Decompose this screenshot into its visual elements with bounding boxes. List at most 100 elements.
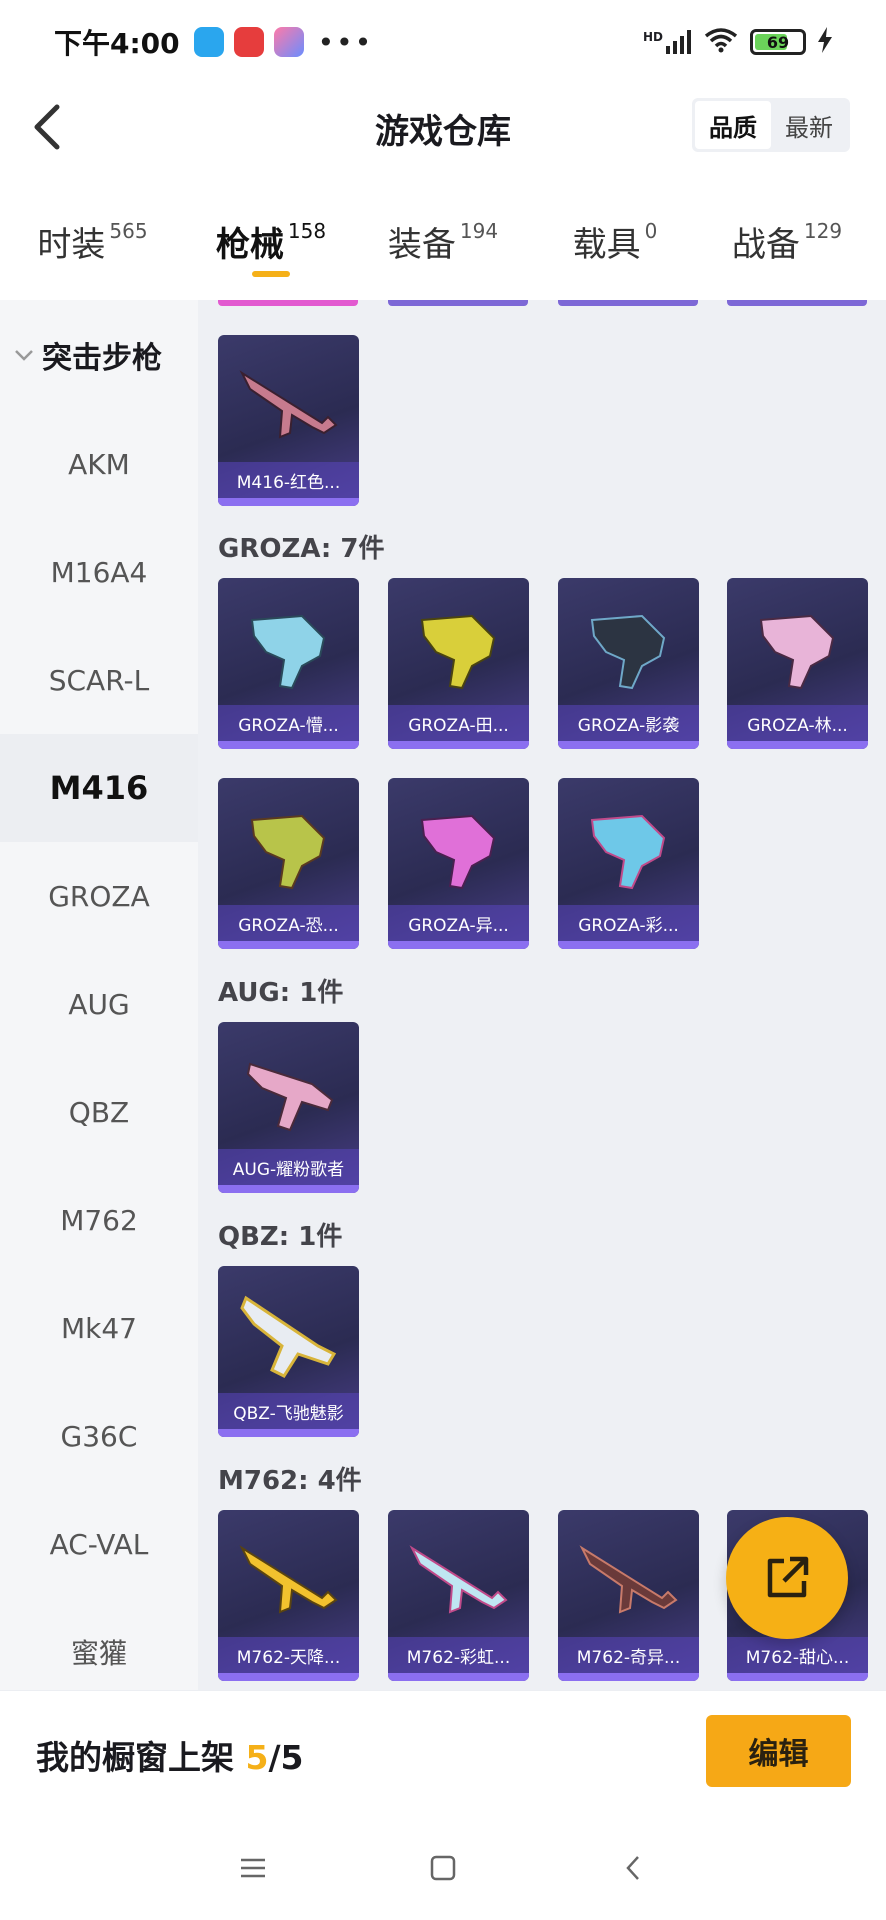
sidebar-item-scar-l[interactable]: SCAR-L <box>0 626 198 734</box>
rifle-icon <box>590 814 666 890</box>
rarity-strip <box>218 941 359 949</box>
skin-card[interactable]: GROZA-影袭 <box>558 578 699 749</box>
skin-card[interactable]: M416-红色... <box>218 335 359 506</box>
skin-card-label: GROZA-彩... <box>558 905 699 941</box>
tab-equipment[interactable]: 装备 194 <box>357 205 529 295</box>
rarity-strip <box>218 1429 359 1437</box>
sidebar-item-m16a4[interactable]: M16A4 <box>0 518 198 626</box>
card-edge <box>727 300 867 306</box>
app-notification-icon <box>273 27 304 57</box>
card-edge <box>388 300 528 306</box>
skin-card-label: M762-甜心... <box>727 1637 868 1673</box>
rarity-strip <box>388 1673 529 1681</box>
app-notification-icon <box>193 27 224 57</box>
previous-row-edge <box>198 300 886 306</box>
sidebar-group-label: 突击步枪 <box>42 341 162 376</box>
rifle-icon <box>409 1545 508 1614</box>
title-bar: 游戏仓库 品质 最新 <box>0 84 886 170</box>
tab-count: 0 <box>644 219 658 243</box>
showcase-bar: 我的橱窗上架 5/5 编辑 <box>0 1690 886 1816</box>
tab-label: 战备 <box>731 225 800 265</box>
tab-count: 129 <box>803 219 843 243</box>
rifle-icon <box>250 814 326 890</box>
skin-card[interactable]: AUG-耀粉歌者 <box>218 1022 359 1193</box>
sort-option-newest[interactable]: 最新 <box>771 101 847 149</box>
skin-card[interactable]: GROZA-异... <box>388 778 529 949</box>
chevron-down-icon <box>15 350 33 361</box>
sidebar-item-groza[interactable]: GROZA <box>0 842 198 950</box>
skin-card-label: GROZA-田... <box>388 705 529 741</box>
skin-card[interactable]: GROZA-林... <box>727 578 868 749</box>
sort-toggle: 品质 最新 <box>692 98 850 152</box>
skin-card-label: GROZA-懵... <box>218 705 359 741</box>
sidebar-group-assault-rifles[interactable]: 突击步枪 <box>0 300 198 410</box>
status-bar: 下午4:00 ••• HD 69 <box>0 0 886 84</box>
rarity-strip <box>727 741 868 749</box>
rarity-strip <box>558 941 699 949</box>
tab-vehicles[interactable]: 载具 0 <box>529 205 701 295</box>
rarity-strip <box>558 741 699 749</box>
skin-card-label: AUG-耀粉歌者 <box>218 1149 359 1185</box>
menu-icon[interactable] <box>233 1848 273 1888</box>
tab-count: 565 <box>109 219 148 243</box>
rifle-icon <box>239 1545 338 1614</box>
showcase-text: 我的橱窗上架 <box>36 1738 234 1777</box>
rifle-icon <box>246 1062 334 1132</box>
status-time: 下午4:00 <box>54 27 180 60</box>
sidebar-item-mk47[interactable]: Mk47 <box>0 1274 198 1382</box>
skin-card-label: GROZA-恐... <box>218 905 359 941</box>
sidebar-item-ac-val[interactable]: AC-VAL <box>0 1490 198 1598</box>
section-title-qbz: QBZ: 1件 <box>218 1222 343 1252</box>
sort-option-quality[interactable]: 品质 <box>695 101 771 149</box>
app-notification-icon <box>233 27 264 57</box>
rarity-strip <box>218 498 359 506</box>
charging-icon <box>818 27 832 57</box>
tab-indicator <box>252 271 290 277</box>
sidebar-item-m416[interactable]: M416 <box>0 734 198 842</box>
tab-supplies[interactable]: 战备 129 <box>701 205 873 295</box>
skin-card[interactable]: GROZA-彩... <box>558 778 699 949</box>
skin-card[interactable]: GROZA-田... <box>388 578 529 749</box>
sidebar-item-aug[interactable]: AUG <box>0 950 198 1058</box>
signal-hd-label: HD <box>642 30 663 44</box>
skin-card-label: QBZ-飞驰魅影 <box>218 1393 359 1429</box>
skin-card[interactable]: M762-天降... <box>218 1510 359 1681</box>
skin-card[interactable]: M762-奇异... <box>558 1510 699 1681</box>
tab-label: 时装 <box>37 225 106 265</box>
edit-button[interactable]: 编辑 <box>706 1715 851 1787</box>
battery-level: 69 <box>766 32 790 52</box>
signal-icon: HD <box>643 30 692 54</box>
more-dots-icon: ••• <box>317 25 374 59</box>
category-tabs: 时装 565 枪械 158 装备 194 载具 0 战备 129 <box>0 205 886 295</box>
wifi-icon <box>704 27 738 57</box>
sidebar-item-akm[interactable]: AKM <box>0 410 198 518</box>
tab-fashion[interactable]: 时装 565 <box>0 205 185 295</box>
skin-card-label: GROZA-影袭 <box>558 705 699 741</box>
tab-guns[interactable]: 枪械 158 <box>185 205 357 295</box>
share-button[interactable] <box>726 1517 848 1639</box>
system-nav-bar <box>0 1816 886 1920</box>
status-app-icons <box>193 27 304 57</box>
section-title-m762: M762: 4件 <box>218 1466 362 1496</box>
tab-count: 194 <box>459 219 499 243</box>
rifle-icon <box>759 614 835 690</box>
rifle-icon <box>420 614 496 690</box>
tab-label: 枪械 <box>215 225 284 265</box>
sidebar-item-g36c[interactable]: G36C <box>0 1382 198 1490</box>
sidebar-item-m762[interactable]: M762 <box>0 1166 198 1274</box>
rifle-icon <box>590 614 666 690</box>
home-icon[interactable] <box>423 1848 463 1888</box>
rifle-icon <box>239 370 338 439</box>
rarity-strip <box>388 741 529 749</box>
sidebar-item-honey-badger[interactable]: 蜜獾 <box>0 1598 198 1690</box>
skin-card[interactable]: M762-彩虹... <box>388 1510 529 1681</box>
rarity-strip <box>218 1185 359 1193</box>
skin-card[interactable]: QBZ-飞驰魅影 <box>218 1266 359 1437</box>
skin-card[interactable]: GROZA-懵... <box>218 578 359 749</box>
section-title-aug: AUG: 1件 <box>218 978 344 1008</box>
card-edge <box>558 300 698 306</box>
back-nav-icon[interactable] <box>613 1848 653 1888</box>
skin-card[interactable]: GROZA-恐... <box>218 778 359 949</box>
sidebar-item-qbz[interactable]: QBZ <box>0 1058 198 1166</box>
skin-card-label: M762-彩虹... <box>388 1637 529 1673</box>
